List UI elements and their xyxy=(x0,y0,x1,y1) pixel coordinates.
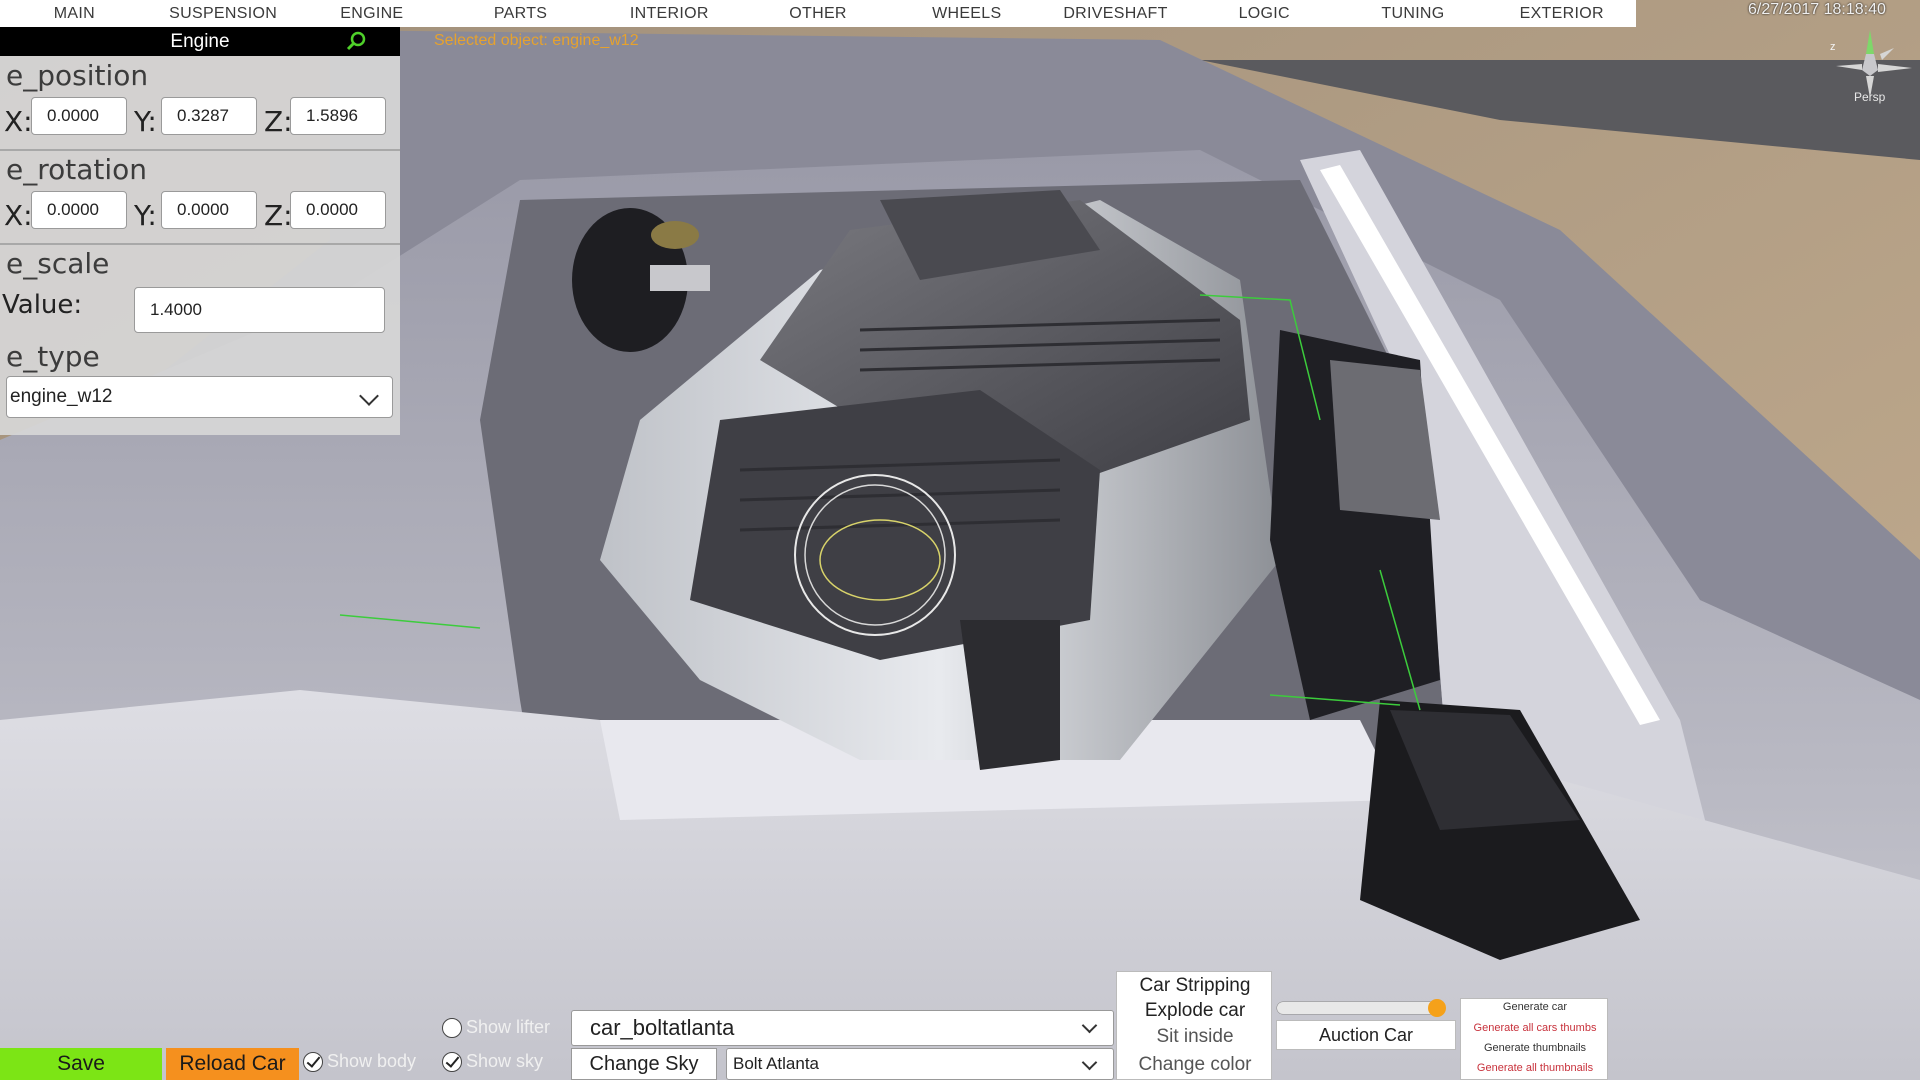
rotation-y-label: Y: xyxy=(134,199,157,232)
menu-logic[interactable]: LOGIC xyxy=(1190,0,1339,27)
rotation-z-field[interactable] xyxy=(290,191,386,229)
scale-value-field[interactable] xyxy=(134,287,385,333)
menu-exterior[interactable]: EXTERIOR xyxy=(1487,0,1636,27)
top-menu-bar: MAIN SUSPENSION ENGINE PARTS INTERIOR OT… xyxy=(0,0,1636,27)
rotation-y-field[interactable] xyxy=(161,191,257,229)
sit-inside-button[interactable]: Sit inside xyxy=(1117,1026,1273,1048)
position-z-field[interactable] xyxy=(290,97,386,135)
rotation-z-label: Z: xyxy=(264,199,293,232)
engine-type-selected: engine_w12 xyxy=(10,386,113,407)
menu-engine[interactable]: ENGINE xyxy=(297,0,446,27)
car-select-value: car_boltatlanta xyxy=(590,1015,735,1040)
search-icon[interactable] xyxy=(346,31,366,51)
generate-all-cars-thumbs-button[interactable]: Generate all cars thumbs xyxy=(1461,1022,1609,1034)
save-button[interactable]: Save xyxy=(0,1048,162,1080)
generate-car-button[interactable]: Generate car xyxy=(1461,1001,1609,1013)
generate-thumbnails-button[interactable]: Generate thumbnails xyxy=(1461,1042,1609,1054)
show-lifter-toggle[interactable]: Show lifter xyxy=(442,1017,550,1038)
position-x-label: X: xyxy=(4,105,33,138)
chevron-down-icon xyxy=(1081,1017,1098,1034)
position-y-field[interactable] xyxy=(161,97,257,135)
show-lifter-checkbox[interactable] xyxy=(442,1017,462,1038)
section-divider xyxy=(0,149,400,151)
selected-object-label: Selected object: engine_w12 xyxy=(434,32,639,49)
rotation-section-title: e_rotation xyxy=(6,153,148,186)
auction-slider-handle[interactable] xyxy=(1428,999,1446,1017)
show-body-checkbox[interactable] xyxy=(303,1051,323,1072)
menu-parts[interactable]: PARTS xyxy=(446,0,595,27)
car-stripping-button[interactable]: Car Stripping xyxy=(1117,975,1273,997)
generate-panel: Generate car Generate all cars thumbs Ge… xyxy=(1460,998,1608,1080)
position-x-field[interactable] xyxy=(31,97,127,135)
engine-inspector-panel: Engine e_position X: Y: Z: e_rotation X:… xyxy=(0,27,400,435)
show-sky-toggle[interactable]: Show sky xyxy=(442,1051,543,1072)
scale-value-label: Value: xyxy=(2,290,83,320)
type-section-title: e_type xyxy=(6,340,100,373)
section-divider xyxy=(0,243,400,245)
change-color-button[interactable]: Change color xyxy=(1117,1054,1273,1076)
view-mode-label[interactable]: Persp xyxy=(1854,90,1885,104)
auction-slider[interactable] xyxy=(1276,998,1448,1018)
menu-driveshaft[interactable]: DRIVESHAFT xyxy=(1041,0,1190,27)
datetime-readout: 6/27/2017 18:18:40 xyxy=(1748,1,1886,18)
menu-suspension[interactable]: SUSPENSION xyxy=(149,0,298,27)
generate-all-thumbnails-button[interactable]: Generate all thumbnails xyxy=(1461,1062,1609,1074)
chevron-down-icon xyxy=(1081,1054,1098,1071)
show-sky-label: Show sky xyxy=(466,1051,544,1071)
auction-car-button[interactable]: Auction Car xyxy=(1276,1020,1456,1050)
rotation-x-label: X: xyxy=(4,199,33,232)
menu-wheels[interactable]: WHEELS xyxy=(892,0,1041,27)
car-select-dropdown[interactable]: car_boltatlanta xyxy=(571,1010,1114,1046)
menu-main[interactable]: MAIN xyxy=(0,0,149,27)
engine-type-dropdown[interactable]: engine_w12 xyxy=(6,376,393,418)
auction-slider-fill xyxy=(1277,1002,1437,1014)
menu-other[interactable]: OTHER xyxy=(744,0,893,27)
inspector-title: Engine xyxy=(0,27,400,56)
change-sky-button[interactable]: Change Sky xyxy=(571,1048,717,1080)
chevron-down-icon xyxy=(359,386,379,406)
position-section-title: e_position xyxy=(6,59,149,92)
reload-car-button[interactable]: Reload Car xyxy=(166,1048,299,1080)
position-y-label: Y: xyxy=(134,105,157,138)
explode-car-button[interactable]: Explode car xyxy=(1117,1000,1273,1022)
show-lifter-label: Show lifter xyxy=(466,1017,551,1037)
sky-select-dropdown[interactable]: Bolt Atlanta xyxy=(726,1048,1114,1080)
menu-tuning[interactable]: TUNING xyxy=(1339,0,1488,27)
sky-select-value: Bolt Atlanta xyxy=(733,1054,820,1073)
rotation-x-field[interactable] xyxy=(31,191,127,229)
car-actions-panel: Car Stripping Explode car Sit inside Cha… xyxy=(1116,971,1272,1080)
show-body-toggle[interactable]: Show body xyxy=(303,1051,416,1072)
gizmo-axis-label: z xyxy=(1830,41,1836,53)
show-sky-checkbox[interactable] xyxy=(442,1051,462,1072)
scale-section-title: e_scale xyxy=(6,247,110,280)
show-body-label: Show body xyxy=(327,1051,417,1071)
menu-interior[interactable]: INTERIOR xyxy=(595,0,744,27)
position-z-label: Z: xyxy=(264,105,293,138)
